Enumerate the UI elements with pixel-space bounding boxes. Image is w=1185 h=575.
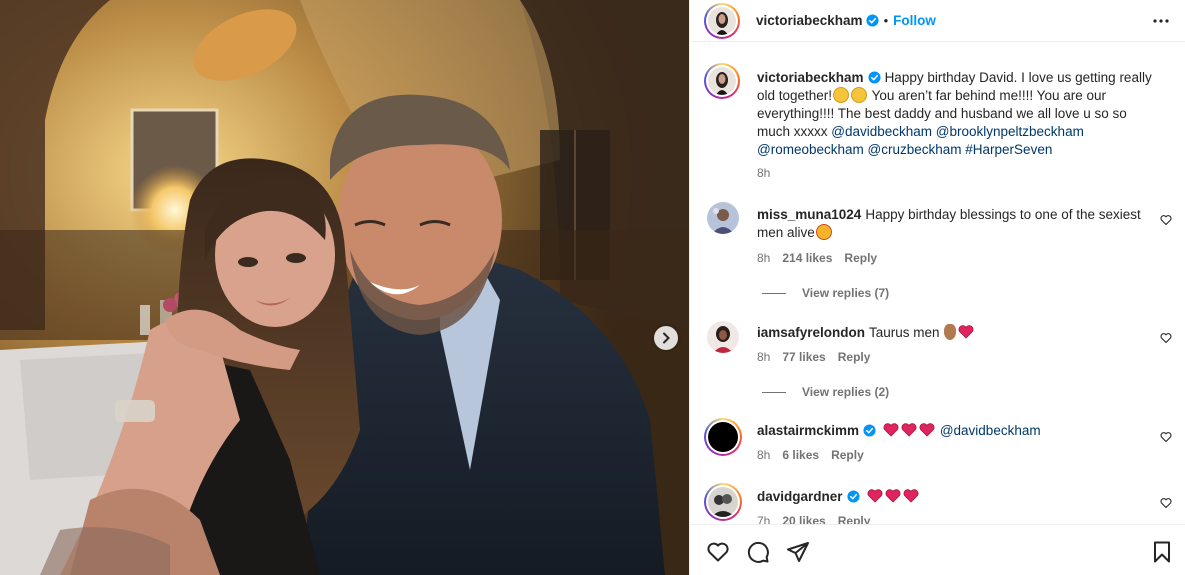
red-heart-emoji-icon bbox=[867, 489, 882, 503]
comment-meta: 8h 6 likes Reply bbox=[757, 448, 876, 462]
comment-likes[interactable]: 214 likes bbox=[782, 251, 832, 265]
mention-link[interactable]: @cruzbeckham bbox=[868, 142, 962, 157]
commenter-avatar[interactable] bbox=[704, 483, 742, 521]
comment-body: Taurus men bbox=[869, 325, 944, 340]
author-username[interactable]: victoriabeckham bbox=[756, 13, 863, 28]
divider bbox=[762, 293, 786, 295]
reply-button[interactable]: Reply bbox=[838, 514, 871, 524]
like-comment-heart-icon[interactable] bbox=[1160, 214, 1172, 226]
grin-sweat-emoji-icon bbox=[851, 87, 868, 103]
comment-time: 8h bbox=[757, 251, 771, 265]
commenter-avatar[interactable] bbox=[707, 202, 739, 234]
red-heart-emoji-icon bbox=[883, 423, 899, 437]
view-replies-label: View replies (7) bbox=[802, 286, 890, 300]
bookmark-icon[interactable] bbox=[1150, 540, 1174, 564]
like-comment-heart-icon[interactable] bbox=[1160, 332, 1172, 344]
reply-button[interactable]: Reply bbox=[838, 350, 871, 364]
reply-button[interactable]: Reply bbox=[831, 448, 864, 462]
caption-avatar[interactable] bbox=[704, 63, 740, 99]
post-header: victoriabeckham • Follow bbox=[690, 0, 1185, 42]
comment-likes[interactable]: 20 likes bbox=[782, 514, 825, 524]
red-heart-emoji-icon bbox=[958, 325, 974, 339]
comment-item: alastairmckimm @davidbeckham 8h 6 likes Re… bbox=[690, 417, 1185, 477]
comment-icon[interactable] bbox=[746, 540, 770, 564]
commenter-avatar[interactable] bbox=[704, 418, 742, 456]
chevron-right-icon bbox=[663, 332, 670, 344]
commenter-username[interactable]: davidgardner bbox=[757, 489, 843, 504]
mention-link[interactable]: @romeobeckham bbox=[757, 142, 864, 157]
verified-badge-icon bbox=[863, 424, 876, 437]
comment-item: miss_muna1024 Happy birthday blessings to… bbox=[690, 202, 1185, 302]
post-sidebar: victoriabeckham • Follow victoriabeckham Ha… bbox=[689, 0, 1185, 575]
reply-button[interactable]: Reply bbox=[844, 251, 877, 265]
comments-list[interactable]: victoriabeckham Happy birthday David. I l… bbox=[690, 43, 1185, 524]
comment-text: iamsafyrelondon Taurus men bbox=[757, 324, 1152, 342]
like-comment-heart-icon[interactable] bbox=[1160, 497, 1172, 509]
comment-text: miss_muna1024 Happy birthday blessings to… bbox=[757, 206, 1152, 242]
verified-badge-icon bbox=[866, 14, 879, 27]
grin-sweat-emoji-icon bbox=[833, 87, 850, 103]
verified-badge-icon bbox=[846, 490, 860, 503]
comment-meta: 8h 77 likes Reply bbox=[757, 350, 882, 364]
comment-time: 7h bbox=[757, 514, 771, 524]
next-photo-button[interactable] bbox=[654, 326, 678, 350]
comment-text: davidgardner bbox=[757, 488, 1152, 506]
commenter-username[interactable]: alastairmckimm bbox=[757, 423, 859, 438]
divider bbox=[762, 392, 786, 394]
mention-link[interactable]: @davidbeckham bbox=[940, 423, 1041, 438]
comment-meta: 8h 214 likes Reply bbox=[757, 251, 889, 265]
mention-link[interactable]: @brooklynpeltzbeckham bbox=[936, 124, 1084, 139]
caption-username[interactable]: victoriabeckham bbox=[757, 70, 864, 85]
follow-button[interactable]: Follow bbox=[893, 13, 936, 28]
caption-time: 8h bbox=[757, 166, 771, 180]
view-replies-button[interactable]: View replies (7) bbox=[762, 286, 889, 300]
post-photo[interactable] bbox=[0, 0, 689, 575]
comment-time: 8h bbox=[757, 448, 771, 462]
red-heart-emoji-icon bbox=[903, 489, 918, 503]
red-heart-emoji-icon bbox=[885, 489, 900, 503]
view-replies-label: View replies (2) bbox=[802, 385, 890, 399]
comment-item: davidgardner 7h 20 likes Reply bbox=[690, 483, 1185, 524]
author-avatar[interactable] bbox=[704, 3, 740, 39]
star-struck-emoji-icon bbox=[815, 224, 832, 240]
mention-link[interactable]: @davidbeckham bbox=[831, 124, 932, 139]
comment-likes[interactable]: 6 likes bbox=[782, 448, 819, 462]
caption-meta: 8h bbox=[757, 166, 782, 180]
comment-likes[interactable]: 77 likes bbox=[782, 350, 825, 364]
hashtag-link[interactable]: #HarperSeven bbox=[965, 142, 1052, 157]
separator-dot: • bbox=[883, 13, 889, 28]
view-replies-button[interactable]: View replies (2) bbox=[762, 385, 889, 399]
comment-time: 8h bbox=[757, 350, 771, 364]
post-image bbox=[0, 0, 689, 575]
red-heart-emoji-icon bbox=[919, 423, 935, 437]
commenter-username[interactable]: iamsafyrelondon bbox=[757, 325, 865, 340]
action-bar bbox=[690, 524, 1185, 575]
comment-meta: 7h 20 likes Reply bbox=[757, 514, 882, 524]
commenter-avatar[interactable] bbox=[707, 321, 739, 353]
share-icon[interactable] bbox=[786, 540, 810, 564]
heart-icon[interactable] bbox=[706, 540, 730, 564]
red-heart-emoji-icon bbox=[901, 423, 917, 437]
comment-text: alastairmckimm @davidbeckham bbox=[757, 422, 1152, 440]
ok-hand-emoji-icon bbox=[944, 324, 957, 340]
verified-badge-icon bbox=[868, 71, 881, 84]
caption-text: victoriabeckham Happy birthday David. I l… bbox=[757, 69, 1152, 159]
comment-item: iamsafyrelondon Taurus men 8h 77 likes Repl… bbox=[690, 319, 1185, 409]
caption: victoriabeckham Happy birthday David. I l… bbox=[690, 63, 1185, 203]
like-comment-heart-icon[interactable] bbox=[1160, 431, 1172, 443]
commenter-username[interactable]: miss_muna1024 bbox=[757, 207, 861, 222]
more-options-icon[interactable] bbox=[1152, 12, 1170, 30]
